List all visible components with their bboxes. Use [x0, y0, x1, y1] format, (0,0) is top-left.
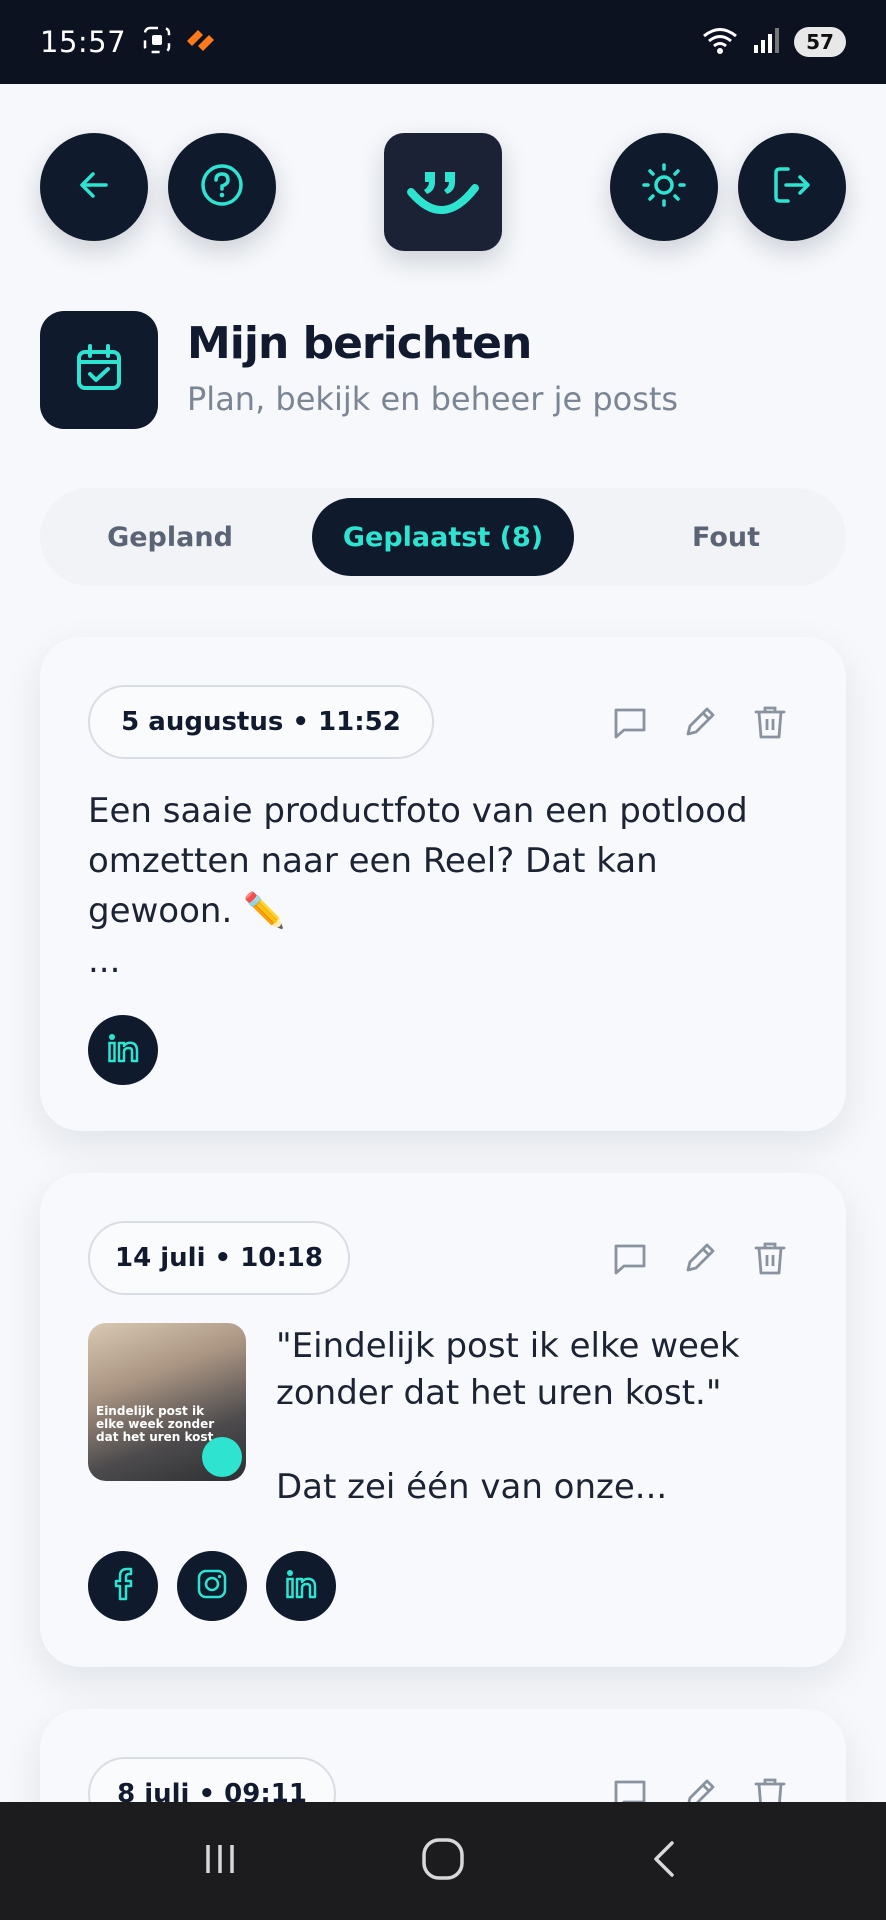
linkedin-badge: [266, 1551, 336, 1621]
facebook-icon: [105, 1566, 141, 1606]
instagram-icon: [194, 1566, 230, 1606]
signal-icon: [752, 25, 782, 59]
thumbnail-badge: [202, 1437, 242, 1477]
linkedin-icon: [283, 1566, 319, 1606]
battery-indicator: 57: [794, 27, 846, 57]
edit-icon[interactable]: [678, 1236, 722, 1280]
arrow-left-icon: [74, 165, 114, 209]
logout-button[interactable]: [738, 133, 846, 241]
post-thumbnail[interactable]: Eindelijk post ik elke week zonder dat h…: [88, 1323, 246, 1481]
comment-icon[interactable]: [608, 700, 652, 744]
linkedin-badge: [88, 1015, 158, 1085]
delete-icon[interactable]: [748, 700, 792, 744]
theme-toggle-button[interactable]: [610, 133, 718, 241]
linkedin-icon: [105, 1030, 141, 1070]
edit-icon[interactable]: [678, 700, 722, 744]
post-text: "Eindelijk post ik elke week zonder dat …: [276, 1326, 740, 1507]
smile-quote-logo-icon: [403, 158, 483, 226]
comment-icon[interactable]: [608, 1236, 652, 1280]
system-navigation-bar: [0, 1802, 886, 1920]
wifi-icon: [700, 25, 740, 59]
tab-geplaatst[interactable]: Geplaatst (8): [312, 498, 574, 576]
page-subtitle: Plan, bekijk en beheer je posts: [187, 380, 679, 418]
recent-apps-button[interactable]: [198, 1837, 242, 1885]
help-button[interactable]: [168, 133, 276, 241]
post-date: 14 juli • 10:18: [88, 1221, 350, 1295]
back-nav-button[interactable]: [644, 1837, 688, 1885]
status-time: 15:57: [40, 25, 127, 59]
post-text: Een saaie productfoto van een potlood om…: [88, 791, 748, 981]
logout-icon: [768, 161, 816, 213]
app-notification-icon: [184, 25, 218, 59]
sun-icon: [640, 161, 688, 213]
post-date: 5 augustus • 11:52: [88, 685, 434, 759]
post-card[interactable]: 5 augustus • 11:52 Een saaie productfoto…: [40, 637, 846, 1131]
facebook-badge: [88, 1551, 158, 1621]
delete-icon[interactable]: [748, 1236, 792, 1280]
page-icon: [40, 311, 158, 429]
back-button[interactable]: [40, 133, 148, 241]
question-icon: [198, 161, 246, 213]
app-logo[interactable]: [384, 133, 502, 251]
screenshot-icon: [142, 25, 172, 59]
post-card[interactable]: 14 juli • 10:18 Eindelijk post ik elke w…: [40, 1173, 846, 1667]
status-bar: 15:57 57: [0, 0, 886, 84]
home-button[interactable]: [419, 1835, 467, 1887]
tab-gepland[interactable]: Gepland: [80, 498, 260, 576]
page-title: Mijn berichten: [187, 318, 532, 369]
instagram-badge: [177, 1551, 247, 1621]
tab-fout[interactable]: Fout: [636, 498, 816, 576]
calendar-check-icon: [71, 340, 127, 400]
status-tabs: Gepland Geplaatst (8) Fout: [40, 488, 846, 586]
